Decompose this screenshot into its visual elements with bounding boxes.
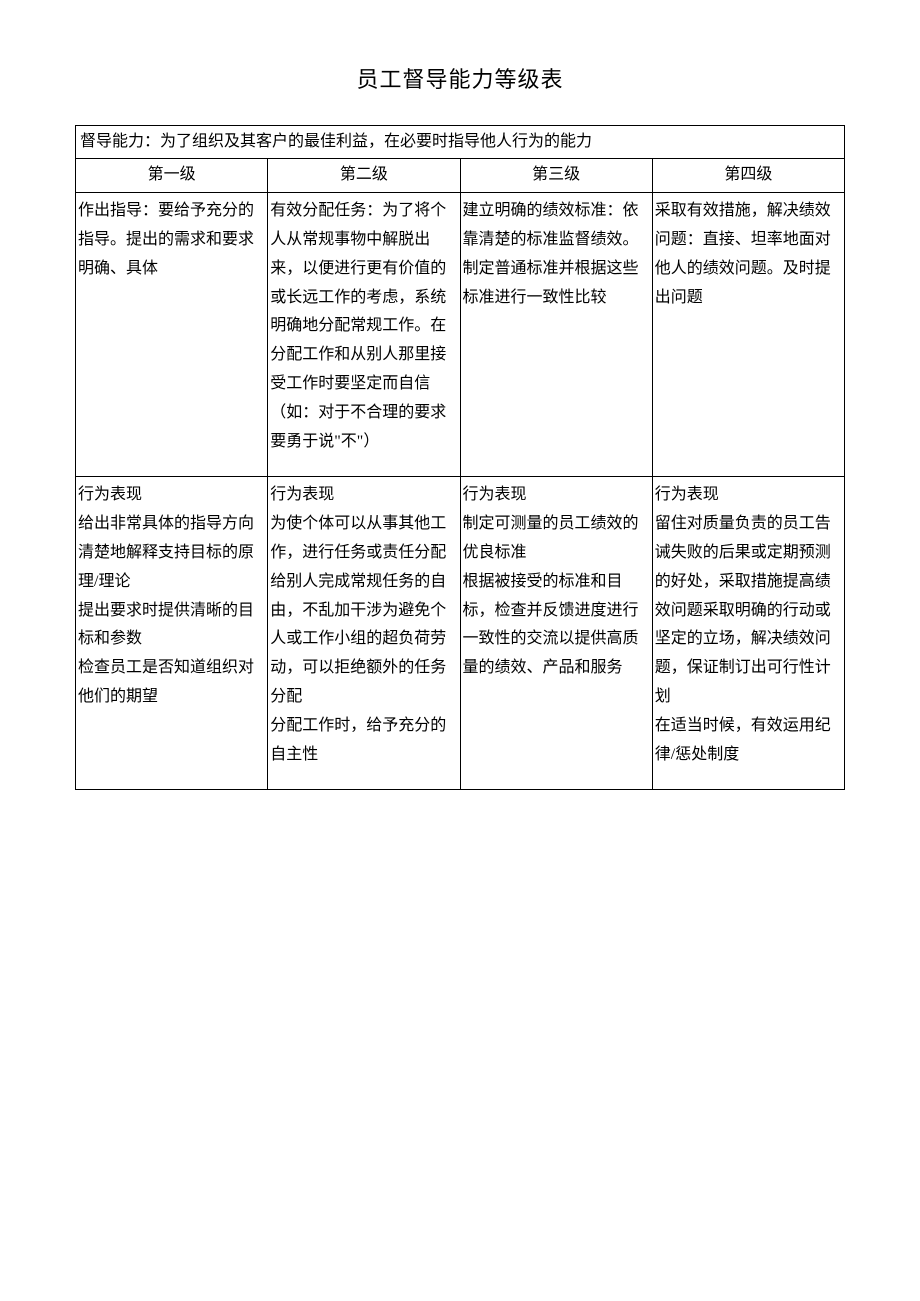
row1-level1: 作出指导：要给予充分的指导。提出的需求和要求明确、具体 [76, 193, 268, 477]
row1-level2: 有效分配任务：为了将个人从常规事物中解脱出来，以便进行更有价值的或长远工作的考虑… [268, 193, 460, 477]
description-cell: 督导能力：为了组织及其客户的最佳利益，在必要时指导他人行为的能力 [76, 125, 845, 159]
header-level4: 第四级 [652, 159, 844, 193]
row2-level3: 行为表现 制定可测量的员工绩效的优良标准 根据被接受的标准和目标，检查并反馈进度… [460, 477, 652, 790]
header-level2: 第二级 [268, 159, 460, 193]
row1-level4: 采取有效措施，解决绩效问题：直接、坦率地面对他人的绩效问题。及时提出问题 [652, 193, 844, 477]
row2-level4: 行为表现 留住对质量负责的员工告诫失败的后果或定期预测的好处，采取措施提高绩效问… [652, 477, 844, 790]
header-level1: 第一级 [76, 159, 268, 193]
row2-level1: 行为表现 给出非常具体的指导方向 清楚地解释支持目标的原理/理论 提出要求时提供… [76, 477, 268, 790]
row2-level2: 行为表现 为使个体可以从事其他工作，进行任务或责任分配 给别人完成常规任务的自由… [268, 477, 460, 790]
row1-level3: 建立明确的绩效标准：依靠清楚的标准监督绩效。制定普通标准并根据这些标准进行一致性… [460, 193, 652, 477]
page-title: 员工督导能力等级表 [75, 60, 845, 100]
header-level3: 第三级 [460, 159, 652, 193]
competency-table: 督导能力：为了组织及其客户的最佳利益，在必要时指导他人行为的能力 第一级 第二级… [75, 125, 845, 791]
